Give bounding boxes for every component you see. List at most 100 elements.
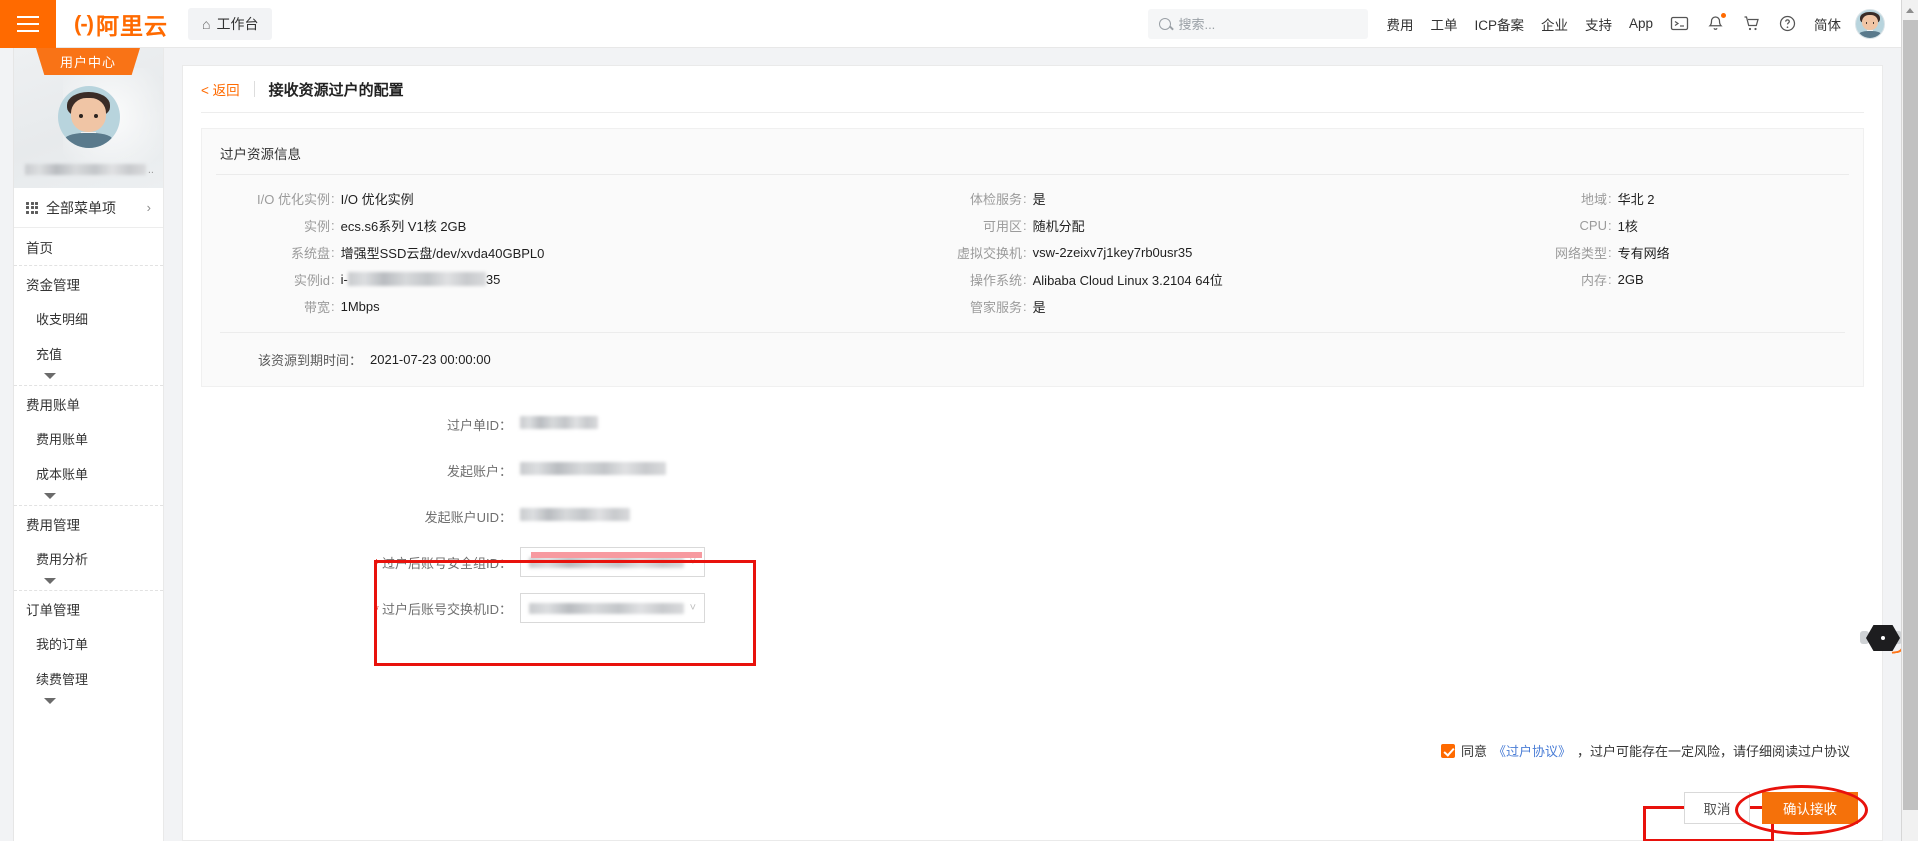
agreement-suffix: ，过户可能存在一定风险，请仔细阅读过户协议 bbox=[1577, 741, 1850, 760]
logo-bracket-icon: (-) bbox=[74, 11, 93, 37]
chevron-right-icon: › bbox=[147, 200, 151, 215]
logo-text: 阿里云 bbox=[96, 7, 168, 41]
sidebar-item-cost-bill[interactable]: 成本账单 bbox=[14, 456, 163, 491]
sidebar-group-bills[interactable]: 费用账单 bbox=[14, 386, 163, 421]
cart-icon[interactable] bbox=[1742, 14, 1761, 33]
help-icon[interactable] bbox=[1778, 14, 1797, 33]
chevron-up-icon bbox=[1906, 8, 1914, 13]
nav-link-fees[interactable]: 费用 bbox=[1386, 14, 1413, 34]
nav-link-enterprise[interactable]: 企业 bbox=[1541, 14, 1568, 34]
sidebar-item-fee-analysis[interactable]: 费用分析 bbox=[14, 541, 163, 576]
info-value: 1核 bbox=[1618, 216, 1638, 235]
back-link[interactable]: < 返回 bbox=[201, 79, 240, 99]
scrollbar-thumb[interactable] bbox=[1903, 20, 1918, 810]
info-label: 实例id bbox=[202, 270, 330, 289]
confirm-receive-button[interactable]: 确认接收 bbox=[1762, 792, 1858, 824]
sidebar-group-funds-label: 资金管理 bbox=[26, 274, 80, 294]
nav-link-app[interactable]: App bbox=[1629, 16, 1653, 31]
chevron-down-icon bbox=[44, 698, 56, 704]
sidebar-item-my-orders[interactable]: 我的订单 bbox=[14, 626, 163, 661]
info-row: I/O 优化实例 : I/O 优化实例 bbox=[202, 187, 822, 209]
chevron-down-icon bbox=[44, 373, 56, 379]
sidebar-item-home[interactable]: 首页 bbox=[14, 228, 163, 265]
form-row-initiator-account: 发起账户： bbox=[183, 447, 1882, 493]
sidebar-item-renewal[interactable]: 续费管理 bbox=[14, 661, 163, 696]
transfer-order-id-label: 过户单ID： bbox=[183, 415, 520, 434]
nav-link-tickets[interactable]: 工单 bbox=[1430, 14, 1457, 34]
chevron-down-icon: ˅ bbox=[690, 602, 696, 614]
nav-link-icp[interactable]: ICP备案 bbox=[1474, 14, 1524, 34]
avatar[interactable] bbox=[1855, 9, 1885, 39]
username-masked: .. bbox=[25, 163, 154, 176]
security-group-label: *过户后账号安全组ID： bbox=[183, 553, 520, 572]
info-row: 系统盘 : 增强型SSD云盘/dev/xvda40GBPL0 bbox=[202, 241, 822, 263]
sidebar-group-funds[interactable]: 资金管理 bbox=[14, 266, 163, 301]
vswitch-select[interactable]: ˅ bbox=[520, 593, 705, 623]
sidebar-expand-orders[interactable] bbox=[14, 696, 163, 710]
page-scrollbar[interactable] bbox=[1901, 20, 1918, 841]
terminal-icon[interactable] bbox=[1670, 14, 1689, 33]
resource-info-column-2: 体检服务 : 是 可用区 : 随机分配 虚拟交换机 : vsw-2zei bbox=[822, 187, 1392, 322]
info-colon: : bbox=[1608, 191, 1612, 206]
sidebar-expand-bills[interactable] bbox=[14, 491, 163, 505]
info-colon: : bbox=[1023, 245, 1027, 260]
sidebar-item-recharge[interactable]: 充值 bbox=[14, 336, 163, 371]
header-rule bbox=[201, 112, 1864, 113]
info-colon: : bbox=[1608, 245, 1612, 260]
hamburger-menu-icon[interactable] bbox=[0, 0, 56, 48]
sidebar-item-fee-bill[interactable]: 费用账单 bbox=[14, 421, 163, 456]
info-colon: : bbox=[331, 245, 335, 260]
nav-link-support[interactable]: 支持 bbox=[1585, 14, 1612, 34]
agreement-link[interactable]: 《过户协议》 bbox=[1493, 741, 1571, 760]
resource-info-panel: 过户资源信息 I/O 优化实例 : I/O 优化实例 实例 : ecs bbox=[201, 128, 1864, 387]
info-label: I/O 优化实例 bbox=[202, 189, 330, 208]
expire-label: 该资源到期时间： bbox=[258, 350, 362, 369]
agreement-prefix: 同意 bbox=[1461, 741, 1487, 760]
notification-badge bbox=[1721, 13, 1726, 18]
footer-buttons: 取消 确认接收 bbox=[1684, 792, 1858, 824]
scrollbar-up-button[interactable] bbox=[1901, 0, 1918, 20]
info-row: CPU : 1核 bbox=[1392, 214, 1863, 236]
assistant-robot-widget[interactable] bbox=[1860, 623, 1906, 653]
info-colon: : bbox=[331, 299, 335, 314]
sidebar-group-orders[interactable]: 订单管理 bbox=[14, 591, 163, 626]
user-avatar[interactable] bbox=[58, 86, 120, 148]
sidebar-expand-funds[interactable] bbox=[14, 371, 163, 385]
info-label: 虚拟交换机 bbox=[822, 243, 1022, 262]
info-row: 内存 : 2GB bbox=[1392, 268, 1863, 290]
resource-info-grid: I/O 优化实例 : I/O 优化实例 实例 : ecs.s6系列 V1核 2G… bbox=[202, 175, 1863, 332]
form-row-security-group: *过户后账号安全组ID： ˅ bbox=[183, 539, 1882, 585]
required-asterisk: * bbox=[374, 602, 379, 617]
sidebar-item-income-expense[interactable]: 收支明细 bbox=[14, 301, 163, 336]
info-value: 增强型SSD云盘/dev/xvda40GBPL0 bbox=[341, 243, 545, 262]
initiator-account-label: 发起账户： bbox=[183, 461, 520, 480]
sidebar-item-fee-analysis-label: 费用分析 bbox=[36, 549, 88, 568]
search-input[interactable]: 搜索... bbox=[1148, 9, 1368, 39]
sidebar-all-menu-button[interactable]: 全部菜单项 › bbox=[14, 188, 163, 228]
info-label: 操作系统 bbox=[822, 270, 1022, 289]
workbench-button[interactable]: ⌂ 工作台 bbox=[188, 8, 272, 40]
alibaba-cloud-logo[interactable]: (-) 阿里云 bbox=[56, 7, 182, 41]
cancel-button[interactable]: 取消 bbox=[1684, 792, 1750, 824]
sidebar-item-cost-bill-label: 成本账单 bbox=[36, 464, 88, 483]
agreement-checkbox[interactable] bbox=[1441, 744, 1455, 758]
info-row: 实例 : ecs.s6系列 V1核 2GB bbox=[202, 214, 822, 236]
card-header: < 返回 接收资源过户的配置 bbox=[183, 66, 1882, 112]
sidebar-group-fee-mgmt[interactable]: 费用管理 bbox=[14, 506, 163, 541]
vswitch-label-text: 过户后账号交换机ID： bbox=[382, 602, 512, 617]
sidebar-group-bills-label: 费用账单 bbox=[26, 394, 80, 414]
sidebar-expand-fee-mgmt[interactable] bbox=[14, 576, 163, 590]
initiator-uid-value bbox=[520, 508, 630, 524]
resource-info-column-1: I/O 优化实例 : I/O 优化实例 实例 : ecs.s6系列 V1核 2G… bbox=[202, 187, 822, 322]
info-value: 随机分配 bbox=[1033, 216, 1085, 235]
avatar-face bbox=[1856, 10, 1884, 38]
initiator-account-blur bbox=[520, 462, 666, 475]
bell-icon[interactable] bbox=[1706, 14, 1725, 33]
info-row: 地域 : 华北 2 bbox=[1392, 187, 1863, 209]
initiator-uid-label: 发起账户UID： bbox=[183, 507, 520, 526]
agreement-row: 同意 《过户协议》 ，过户可能存在一定风险，请仔细阅读过户协议 bbox=[1433, 735, 1858, 766]
info-value: 2GB bbox=[1618, 272, 1644, 287]
info-label: 实例 bbox=[202, 216, 330, 235]
language-switcher[interactable]: 简体 bbox=[1814, 14, 1841, 34]
info-value-masked: i- 35 bbox=[341, 272, 501, 287]
